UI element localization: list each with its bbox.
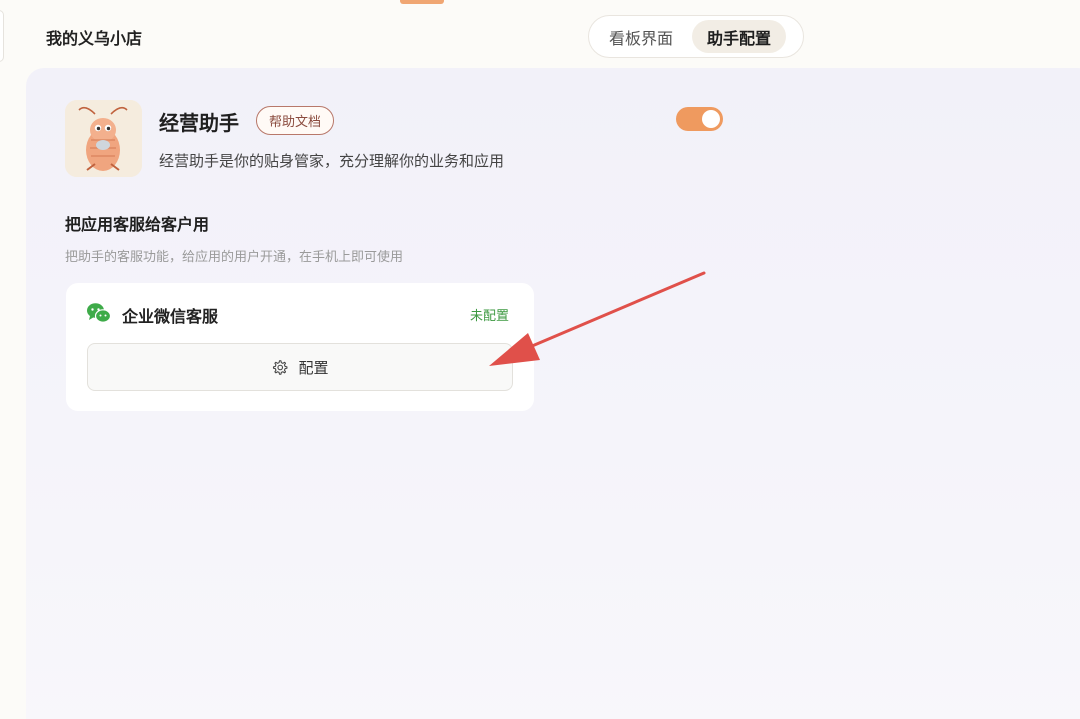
view-switcher: 看板界面 助手配置 <box>588 15 804 58</box>
assistant-title: 经营助手 <box>159 111 239 135</box>
shrimp-mascot-icon <box>65 100 142 177</box>
toggle-knob <box>702 110 720 128</box>
left-panel-edge <box>0 10 4 62</box>
section-title: 把应用客服给客户用 <box>65 215 210 234</box>
top-active-indicator <box>400 0 444 4</box>
tab-dashboard[interactable]: 看板界面 <box>594 20 688 53</box>
shop-name: 我的义乌小店 <box>46 29 143 48</box>
gear-icon <box>273 359 288 375</box>
status-badge: 未配置 <box>470 309 510 324</box>
section-subtitle: 把助手的客服功能，给应用的用户开通，在手机上即可使用 <box>65 250 404 265</box>
configure-button-label: 配置 <box>298 358 329 377</box>
help-doc-button[interactable]: 帮助文档 <box>256 106 335 135</box>
assistant-description: 经营助手是你的贴身管家，充分理解你的业务和应用 <box>159 152 505 170</box>
assistant-enable-toggle[interactable] <box>676 107 723 131</box>
page: 我的义乌小店 看板界面 助手配置 经营助手 帮助文档 经营助手是你的贴身管家，充… <box>0 0 1080 719</box>
tab-assistant-config[interactable]: 助手配置 <box>692 20 787 53</box>
configure-button[interactable]: 配置 <box>87 343 513 391</box>
channel-title: 企业微信客服 <box>122 307 219 326</box>
wechat-icon <box>86 302 112 324</box>
